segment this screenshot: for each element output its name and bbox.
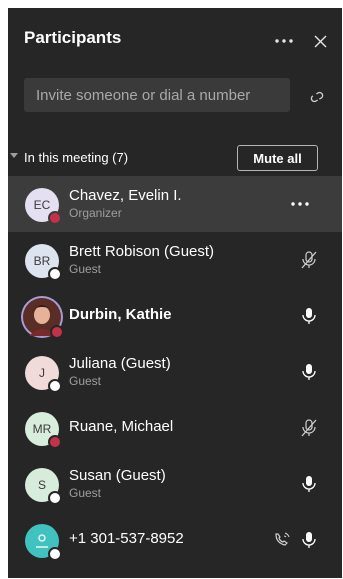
avatar [23, 298, 64, 339]
invite-placeholder: Invite someone or dial a number [36, 86, 251, 104]
presence-busy-icon [48, 211, 62, 225]
participant-name: Susan (Guest) [69, 467, 166, 484]
participant-name: Brett Robison (Guest) [69, 243, 215, 260]
phone-connection [271, 529, 293, 551]
avatar-initials: J [39, 366, 45, 380]
close-icon [314, 35, 326, 47]
avatar: BR [25, 244, 62, 281]
presence-offline-icon [48, 379, 62, 393]
presence-offline-icon [48, 267, 62, 281]
participant-role: Guest [69, 486, 102, 500]
mic-status [298, 249, 320, 271]
participant-role: Guest [69, 262, 102, 276]
participant-name: +1 301-537-8952 [69, 530, 184, 547]
presence-busy-icon [48, 435, 62, 449]
share-invite-link-button[interactable] [306, 86, 328, 108]
mic-off-icon [301, 251, 317, 269]
chevron-down-icon [10, 153, 18, 158]
more-horizontal-icon [275, 39, 293, 43]
mic-icon [302, 308, 316, 324]
mic-status [298, 417, 320, 439]
avatar [25, 524, 62, 561]
mic-icon [302, 476, 316, 492]
mic-icon [302, 364, 316, 380]
participant-name: Durbin, Kathie [69, 306, 172, 323]
presence-busy-icon [50, 325, 64, 339]
panel-header: Participants [8, 8, 342, 70]
participant-row[interactable]: BR Brett Robison (Guest) Guest [8, 232, 342, 288]
link-icon [310, 91, 324, 103]
avatar-initials: EC [33, 198, 51, 212]
mic-status [298, 529, 320, 551]
participant-row[interactable]: EC Chavez, Evelin I. Organizer [8, 176, 342, 232]
participant-role: Organizer [69, 206, 122, 220]
participant-row[interactable]: Durbin, Kathie [8, 288, 342, 344]
more-options-button[interactable] [273, 30, 295, 52]
participant-row[interactable]: +1 301-537-8952 [8, 512, 342, 568]
close-button[interactable] [309, 30, 331, 52]
panel-title: Participants [24, 28, 122, 47]
mic-icon [302, 532, 316, 548]
avatar: MR [25, 412, 62, 449]
mute-all-button[interactable]: Mute all [237, 145, 318, 171]
phone-user-icon [36, 534, 48, 548]
participant-list: EC Chavez, Evelin I. Organizer BR Brett … [8, 176, 342, 568]
presence-offline-icon [48, 547, 62, 561]
participant-name: Ruane, Michael [69, 418, 174, 435]
mic-status [298, 361, 320, 383]
avatar: EC [25, 188, 62, 225]
participant-row[interactable]: MR Ruane, Michael [8, 400, 342, 456]
mic-status [298, 305, 320, 327]
section-label: In this meeting (7) [24, 150, 129, 165]
participant-role: Guest [69, 374, 102, 388]
avatar-initials: MR [32, 422, 52, 436]
invite-input[interactable]: Invite someone or dial a number [24, 78, 290, 112]
participant-more-button[interactable] [289, 193, 311, 215]
mic-status [298, 473, 320, 495]
participant-name: Juliana (Guest) [69, 355, 171, 372]
participant-row[interactable]: J Juliana (Guest) Guest [8, 344, 342, 400]
avatar: S [25, 468, 62, 505]
avatar-initials: BR [33, 254, 51, 268]
phone-handset-icon [275, 532, 290, 546]
participants-panel: Participants Invite someone or dial a nu… [8, 8, 342, 578]
participant-row[interactable]: S Susan (Guest) Guest [8, 456, 342, 512]
more-horizontal-icon [291, 202, 309, 206]
participant-name: Chavez, Evelin I. [69, 187, 182, 204]
mic-off-icon [301, 419, 317, 437]
avatar-initials: S [37, 478, 46, 492]
presence-offline-icon [48, 491, 62, 505]
avatar: J [25, 356, 62, 393]
